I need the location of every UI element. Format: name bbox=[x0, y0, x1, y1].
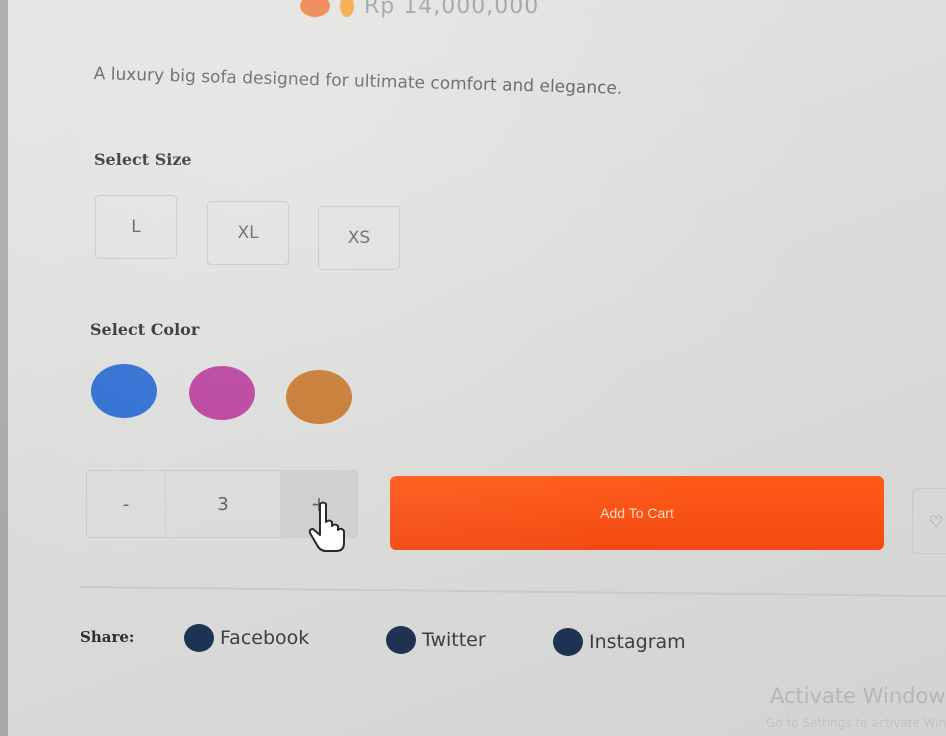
size-option-xs[interactable]: XS bbox=[318, 206, 400, 270]
share-instagram-link[interactable]: Instagram bbox=[553, 628, 686, 656]
add-to-cart-button[interactable]: Add To Cart bbox=[390, 476, 884, 550]
section-divider bbox=[79, 586, 946, 598]
heart-icon: ♡ bbox=[929, 511, 944, 531]
price-row: Rp 14,000,000 bbox=[300, 0, 539, 26]
share-link-label: Twitter bbox=[422, 629, 486, 651]
size-option-l[interactable]: L bbox=[95, 195, 177, 259]
rating-star-icon bbox=[300, 0, 330, 17]
product-price: Rp 14,000,000 bbox=[364, 0, 540, 19]
share-link-label: Facebook bbox=[220, 627, 310, 649]
hand-pointer-icon bbox=[308, 501, 345, 552]
instagram-icon bbox=[553, 628, 583, 656]
select-color-label: Select Color bbox=[90, 320, 200, 339]
color-swatch-blue[interactable] bbox=[91, 364, 157, 418]
share-link-label: Instagram bbox=[589, 631, 686, 653]
share-label: Share: bbox=[80, 628, 135, 646]
product-description: A luxury big sofa designed for ultimate … bbox=[93, 64, 623, 99]
facebook-icon bbox=[184, 624, 214, 652]
twitter-icon bbox=[386, 626, 416, 654]
wishlist-button[interactable]: ♡ bbox=[912, 488, 946, 554]
select-size-label: Select Size bbox=[94, 150, 192, 169]
monitor-bezel bbox=[0, 0, 8, 736]
quantity-decrement-button[interactable]: - bbox=[87, 471, 166, 537]
color-swatch-brown[interactable] bbox=[286, 370, 352, 424]
share-twitter-link[interactable]: Twitter bbox=[386, 626, 486, 654]
rating-star-icon bbox=[340, 0, 354, 17]
share-facebook-link[interactable]: Facebook bbox=[184, 624, 309, 652]
activate-windows-subtitle: Go to Settings to activate Windows. bbox=[766, 716, 946, 730]
quantity-value[interactable]: 3 bbox=[166, 471, 281, 537]
size-option-xl[interactable]: XL bbox=[207, 201, 289, 265]
color-swatch-magenta[interactable] bbox=[189, 366, 255, 420]
product-detail-screen: Rp 14,000,000 A luxury big sofa designed… bbox=[0, 0, 946, 736]
activate-windows-title: Activate Windows bbox=[770, 684, 946, 708]
